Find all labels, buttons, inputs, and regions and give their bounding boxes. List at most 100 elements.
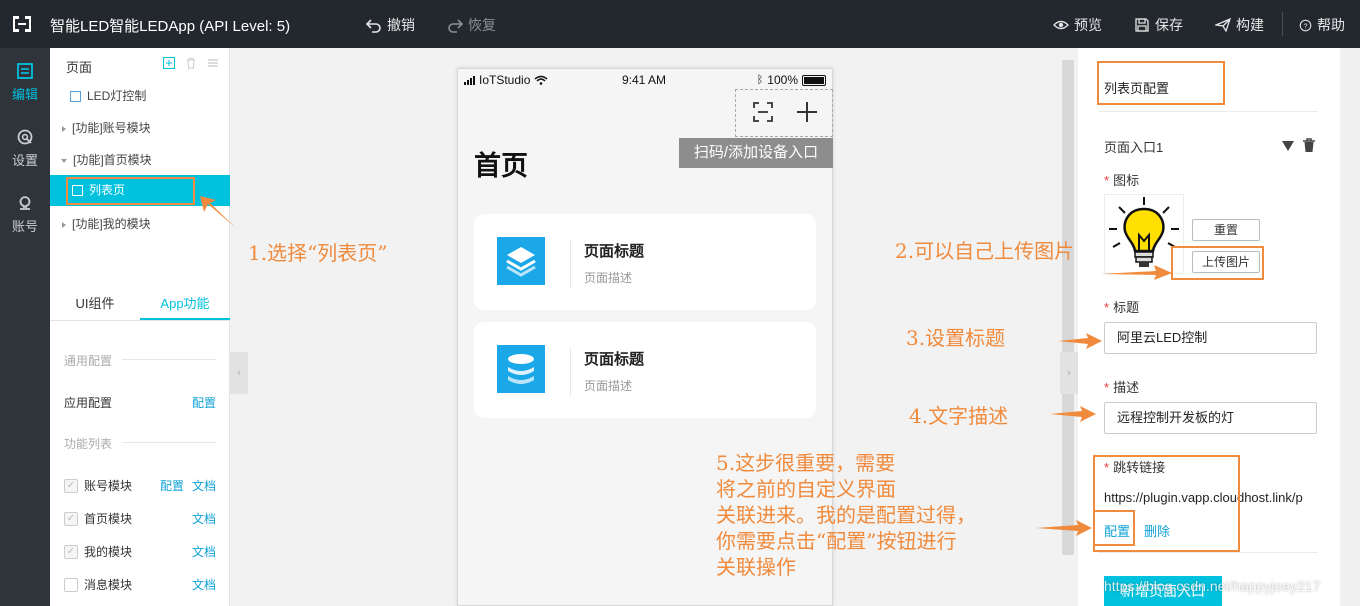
module-checkbox[interactable]: ✓: [64, 478, 78, 493]
tab-app-functions[interactable]: App功能: [140, 293, 230, 320]
undo-icon: [366, 19, 381, 33]
module-label: 我的模块: [84, 545, 133, 559]
layers-icon: [497, 237, 545, 285]
aliyun-logo-icon: [13, 16, 31, 32]
undo-label: 撤销: [387, 17, 415, 33]
caret-right-icon[interactable]: [62, 125, 66, 132]
desc-input[interactable]: 远程控制开发板的灯: [1104, 402, 1317, 434]
trash-icon[interactable]: [1302, 138, 1316, 153]
save-button[interactable]: 保存: [1134, 15, 1183, 35]
page-panel-actions: [163, 57, 219, 69]
top-bar: 智能LED智能LEDApp (API Level: 5) 撤销 恢复 预览 保存…: [0, 0, 1360, 48]
page-icon: [70, 91, 81, 103]
tree-item-led-control[interactable]: LED灯控制: [50, 82, 230, 110]
bluetooth-icon: ᛒ: [756, 74, 764, 86]
redo-label: 恢复: [468, 17, 496, 33]
wifi-icon: [534, 75, 548, 85]
app-config-label: 应用配置: [64, 396, 113, 410]
desc-field-label: * 描述: [1104, 380, 1140, 395]
module-config-link[interactable]: 配置: [160, 477, 184, 494]
collapse-left-button[interactable]: ‹: [230, 352, 248, 394]
panel-divider: [1098, 111, 1318, 112]
tree-item-label: LED灯控制: [87, 89, 147, 103]
card-desc: 页面描述: [584, 379, 633, 393]
help-button[interactable]: ? 帮助: [1299, 15, 1345, 35]
preview-button[interactable]: 预览: [1053, 15, 1102, 35]
tree-item-account-module[interactable]: [功能]账号模块: [50, 114, 230, 142]
battery-icon: [802, 74, 826, 86]
scan-add-area[interactable]: [735, 89, 833, 137]
module-doc-link[interactable]: 文档: [192, 576, 216, 593]
page-heading: 首页: [474, 151, 528, 181]
highlight-box-list-page: [66, 177, 195, 205]
module-checkbox[interactable]: ✓: [64, 511, 78, 526]
highlight-box-panel-title: [1097, 61, 1225, 105]
title-input[interactable]: 阿里云LED控制: [1104, 322, 1317, 354]
title-field-label: * 标题: [1104, 300, 1140, 315]
nav-item-account[interactable]: 账号: [0, 180, 50, 240]
redo-button[interactable]: 恢复: [447, 15, 496, 35]
save-icon: [1135, 18, 1149, 32]
watermark: https://blog.csdn.net/happyjoey217: [1104, 578, 1321, 594]
annotation-line: 关联进来。我的是配置过得，: [716, 503, 976, 527]
caret-right-icon[interactable]: [62, 221, 66, 228]
page-tree-panel: 页面 LED灯控制 [功能]账号模块 [功能]首页模块 列表页 [功能]我的模块…: [50, 48, 230, 606]
module-doc-link[interactable]: 文档: [192, 510, 216, 527]
nav-item-settings[interactable]: 设置: [0, 114, 50, 174]
arrow-icon: [1036, 520, 1092, 536]
module-row-account: ✓ 账号模块 配置 文档: [64, 477, 216, 494]
page-entry-label: 页面入口1: [1104, 140, 1164, 155]
account-icon: [19, 196, 31, 210]
arrow-icon: [1100, 265, 1172, 280]
nav-label-settings: 设置: [11, 153, 38, 168]
add-device-icon[interactable]: [796, 101, 818, 123]
highlight-box-config: [1093, 510, 1135, 546]
collapse-right-button[interactable]: ›: [1060, 352, 1078, 394]
nav-label-account: 账号: [11, 219, 38, 234]
card-title: 页面标题: [584, 243, 645, 260]
scan-icon[interactable]: [752, 101, 774, 123]
caret-down-icon[interactable]: [61, 158, 67, 163]
toolbar-divider: [1282, 12, 1283, 36]
app-config-row: 应用配置 配置: [64, 394, 216, 411]
tab-ui-components[interactable]: UI组件: [50, 293, 140, 320]
menu-icon[interactable]: [207, 57, 219, 69]
app-config-link[interactable]: 配置: [192, 394, 216, 411]
settings-icon: [17, 129, 33, 145]
page-panel-title: 页面: [66, 60, 93, 75]
arrow-icon: [1050, 406, 1096, 422]
status-bar: IoTStudio 9:41 AM ᛒ 100%: [458, 69, 832, 91]
carrier-label: IoTStudio: [479, 73, 531, 87]
status-time: 9:41 AM: [622, 73, 667, 87]
module-checkbox[interactable]: ✓: [64, 544, 78, 559]
redo-icon: [448, 19, 463, 33]
undo-button[interactable]: 撤销: [366, 15, 415, 35]
tree-item-label: [功能]首页模块: [73, 153, 152, 167]
eye-icon: [1053, 20, 1069, 30]
tree-item-label: [功能]账号模块: [72, 121, 151, 135]
build-button[interactable]: 构建: [1215, 15, 1264, 35]
module-checkbox[interactable]: [64, 577, 78, 592]
tree-item-home-module[interactable]: [功能]首页模块: [50, 146, 230, 174]
delete-page-icon[interactable]: [185, 57, 197, 69]
list-card[interactable]: 页面标题 页面描述: [474, 322, 816, 418]
canvas-scrollbar[interactable]: [1062, 60, 1074, 555]
module-doc-link[interactable]: 文档: [192, 477, 216, 494]
highlight-box-upload: [1171, 246, 1264, 280]
add-page-icon[interactable]: [163, 57, 175, 69]
nav-label-edit: 编辑: [11, 87, 38, 102]
annotation-line: 关联操作: [716, 555, 796, 579]
reset-button[interactable]: 重置: [1192, 219, 1260, 241]
module-doc-link[interactable]: 文档: [192, 543, 216, 560]
collapse-triangle-icon[interactable]: [1282, 141, 1294, 151]
list-card[interactable]: 页面标题 页面描述: [474, 214, 816, 310]
right-gutter: [1340, 48, 1360, 606]
module-row-my: ✓ 我的模块 文档: [64, 543, 216, 560]
annotation-line: 你需要点击“配置”按钮进行: [716, 529, 957, 553]
app-title: 智能LED智能LEDApp (API Level: 5): [50, 18, 291, 35]
send-icon: [1215, 17, 1231, 33]
module-row-message: 消息模块 文档: [64, 576, 216, 593]
panel-tabs: UI组件 App功能: [50, 293, 230, 321]
battery-percent: 100%: [767, 73, 798, 87]
nav-item-edit[interactable]: 编辑: [0, 48, 50, 108]
